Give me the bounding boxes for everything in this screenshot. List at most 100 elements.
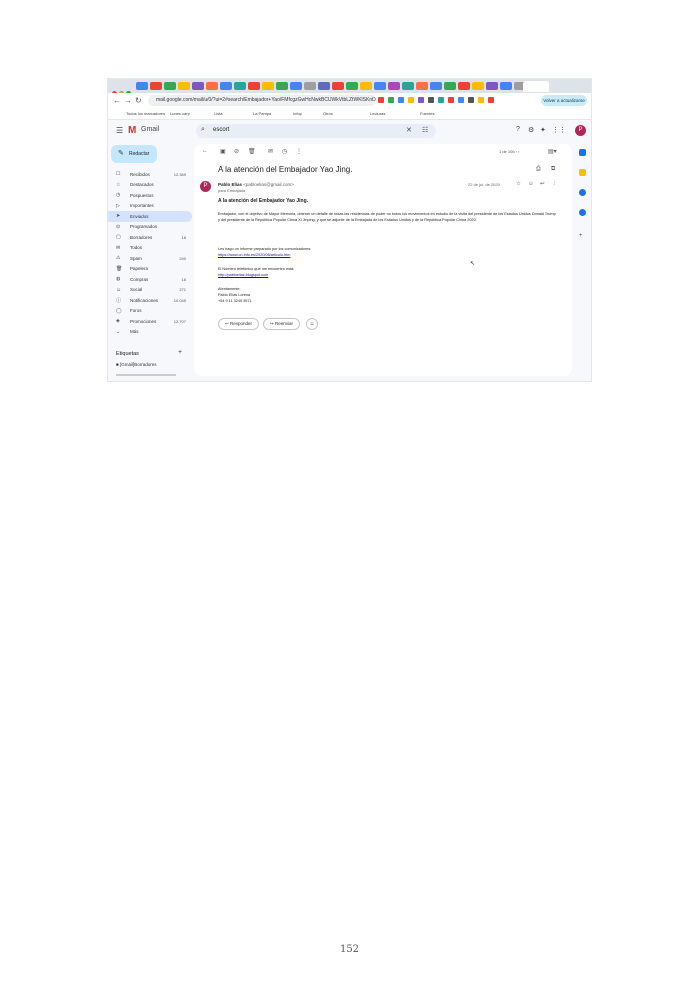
forward-icon[interactable]: → bbox=[124, 96, 132, 105]
sidebar-item[interactable]: 🗑 Papelera bbox=[108, 264, 192, 275]
url-field[interactable]: mail.google.com/mail/u/0/?ui=2#search/Em… bbox=[148, 95, 376, 106]
browser-tab[interactable] bbox=[332, 82, 344, 90]
browser-tab[interactable] bbox=[206, 82, 218, 90]
browser-tab[interactable] bbox=[402, 82, 414, 90]
extension-icon[interactable] bbox=[398, 97, 404, 103]
sender-avatar[interactable]: P bbox=[200, 181, 211, 192]
mark-unread-icon[interactable]: ✉ bbox=[268, 148, 273, 155]
bookmark-item[interactable]: Todos los marcadores bbox=[126, 111, 165, 116]
extension-icon[interactable] bbox=[438, 97, 444, 103]
sidebar-item[interactable]: ☆ Destacados bbox=[108, 180, 192, 191]
more-options-icon[interactable]: ⋮ bbox=[296, 148, 302, 155]
input-tools-icon[interactable]: ▤▾ bbox=[548, 148, 557, 155]
star-icon[interactable]: ☆ bbox=[516, 181, 521, 187]
gmail-logo-icon[interactable]: M bbox=[128, 125, 136, 136]
browser-tab[interactable] bbox=[486, 82, 498, 90]
delete-icon[interactable]: 🗑 bbox=[248, 148, 256, 155]
bookmark-item[interactable]: Lunes carp bbox=[170, 111, 190, 116]
sidebar-item[interactable]: ☺ Social 271 bbox=[108, 285, 192, 296]
help-icon[interactable]: ? bbox=[516, 126, 520, 133]
reload-icon[interactable]: ↻ bbox=[135, 96, 142, 105]
sidebar-item[interactable]: ⚠ Spam 240 bbox=[108, 253, 192, 264]
search-icon[interactable]: ⌕ bbox=[201, 126, 205, 134]
forward-button[interactable]: ↪ Reenviar bbox=[263, 318, 301, 330]
bookmark-item[interactable]: La Pampa bbox=[253, 111, 271, 116]
add-addon-icon[interactable]: + bbox=[579, 233, 586, 240]
bookmark-item[interactable]: Lecturas bbox=[370, 111, 385, 116]
sidebar-item[interactable]: ▢ Borradores 18 bbox=[108, 232, 192, 243]
sidebar-item[interactable]: ◈ Promociones 12.707 bbox=[108, 316, 192, 327]
article-link[interactable]: https://www.cn-info.es/2020/08/articulo.… bbox=[218, 253, 290, 257]
extension-icon[interactable] bbox=[458, 97, 464, 103]
browser-tab[interactable] bbox=[178, 82, 190, 90]
extension-icon[interactable] bbox=[448, 97, 454, 103]
calendar-icon[interactable] bbox=[579, 149, 586, 156]
sidebar-item[interactable]: ✉ Todos bbox=[108, 243, 192, 254]
browser-tab[interactable] bbox=[276, 82, 288, 90]
add-reaction-icon[interactable]: ☺ bbox=[306, 318, 318, 330]
message-more-icon[interactable]: ⋮ bbox=[552, 181, 558, 187]
sidebar-item[interactable]: ⌄ Más bbox=[108, 327, 192, 338]
extension-icon[interactable] bbox=[428, 97, 434, 103]
sidebar-item[interactable]: ⓘ Notificaciones 10.045 bbox=[108, 295, 192, 306]
sidebar-item[interactable]: ⊙ Programados bbox=[108, 222, 192, 233]
sidebar-item[interactable]: ◍ Compras 18 bbox=[108, 274, 192, 285]
browser-tab[interactable] bbox=[346, 82, 358, 90]
browser-tab[interactable] bbox=[430, 82, 442, 90]
bookmark-item[interactable]: Lista bbox=[214, 111, 222, 116]
compose-button[interactable]: ✎ Redactar bbox=[111, 145, 157, 163]
browser-tab[interactable] bbox=[388, 82, 400, 90]
tab-strip[interactable] bbox=[136, 82, 556, 91]
browser-tab[interactable] bbox=[472, 82, 484, 90]
bookmark-item[interactable]: Otros bbox=[323, 111, 333, 116]
extension-icon[interactable] bbox=[468, 97, 474, 103]
browser-tab[interactable] bbox=[248, 82, 260, 90]
browser-tab[interactable] bbox=[318, 82, 330, 90]
extension-icon[interactable] bbox=[488, 97, 494, 103]
add-label-icon[interactable]: + bbox=[178, 349, 182, 356]
settings-gear-icon[interactable]: ⚙ bbox=[528, 126, 534, 134]
mail-search-bar[interactable]: ⌕ escort ✕ ☷ bbox=[196, 124, 436, 138]
sender-name[interactable]: Pablo Elías bbox=[218, 182, 242, 187]
browser-tab[interactable] bbox=[290, 82, 302, 90]
browser-tab[interactable] bbox=[304, 82, 316, 90]
label-item[interactable]: ■ [Gmail]Borradores bbox=[116, 362, 156, 367]
print-icon[interactable]: ⎙ bbox=[536, 166, 541, 173]
browser-tab[interactable] bbox=[150, 82, 162, 90]
browser-tab[interactable] bbox=[220, 82, 232, 90]
account-avatar[interactable]: P bbox=[575, 125, 586, 136]
browser-tab[interactable] bbox=[458, 82, 470, 90]
open-new-window-icon[interactable]: ⧉ bbox=[551, 166, 555, 173]
blog-link[interactable]: http://pabloeliaz.blogspot.com bbox=[218, 273, 268, 277]
recipient-line[interactable]: para Embajada bbox=[218, 188, 245, 193]
browser-tab[interactable] bbox=[416, 82, 428, 90]
keep-icon[interactable] bbox=[579, 169, 586, 176]
browser-tab[interactable] bbox=[262, 82, 274, 90]
main-menu-icon[interactable]: ☰ bbox=[116, 126, 123, 135]
browser-tab[interactable] bbox=[444, 82, 456, 90]
browser-tab[interactable] bbox=[500, 82, 512, 90]
sidebar-item[interactable]: ☐ Recibidos 12.369 bbox=[108, 169, 192, 180]
reply-button[interactable]: ↩ Responder bbox=[218, 318, 260, 330]
extension-icons[interactable] bbox=[378, 97, 494, 103]
apps-grid-icon[interactable]: ⋮⋮ bbox=[552, 126, 566, 134]
browser-tab[interactable] bbox=[234, 82, 246, 90]
snooze-icon[interactable]: ◷ bbox=[282, 148, 287, 155]
extension-icon[interactable] bbox=[378, 97, 384, 103]
reply-icon[interactable]: ↩ bbox=[540, 181, 545, 187]
browser-tab[interactable] bbox=[164, 82, 176, 90]
browser-tab[interactable] bbox=[136, 82, 148, 90]
report-spam-icon[interactable]: ⊘ bbox=[234, 148, 239, 155]
extension-icon[interactable] bbox=[408, 97, 414, 103]
clear-search-icon[interactable]: ✕ bbox=[406, 126, 412, 134]
back-to-list-icon[interactable]: ← bbox=[202, 148, 208, 154]
archive-icon[interactable]: ▣ bbox=[220, 148, 226, 155]
bookmark-item[interactable]: Fuentes bbox=[420, 111, 434, 116]
sidebar-item[interactable]: ◯ Foros bbox=[108, 306, 192, 317]
extension-icon[interactable] bbox=[418, 97, 424, 103]
active-tab[interactable] bbox=[523, 81, 549, 92]
extension-icon[interactable] bbox=[388, 97, 394, 103]
contacts-icon[interactable] bbox=[579, 209, 586, 216]
extension-icon[interactable] bbox=[478, 97, 484, 103]
browser-tab[interactable] bbox=[360, 82, 372, 90]
